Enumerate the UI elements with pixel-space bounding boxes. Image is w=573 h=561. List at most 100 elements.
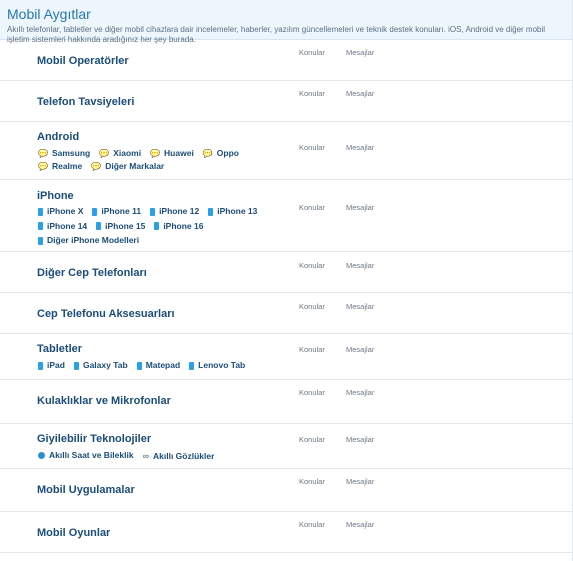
subforum-label: Realme [51,161,83,171]
chat-icon: 💬 [38,162,48,171]
messages-label: Mesajlar [346,388,375,397]
subforum-label: Lenovo Tab [198,360,246,370]
messages-label: Mesajlar [346,261,375,270]
subforum-label: iPhone 12 [159,206,200,216]
subforum-link[interactable]: iPhone 15 [96,220,145,233]
phone-icon [38,361,43,370]
forum-title-link[interactable]: Mobil Oyunlar [37,527,110,539]
subforum-label: Xiaomi [113,148,142,158]
subforum-link[interactable]: Lenovo Tab [189,359,245,372]
subforum-link[interactable]: ∞ Akıllı Gözlükler [143,450,215,463]
subforum-list: iPad Galaxy Tab Matepad Lenovo Tab [38,359,254,374]
subforum-link[interactable]: iPad [38,359,65,372]
topics-label: Konular [299,345,325,354]
topics-label: Konular [299,520,325,529]
chat-icon: 💬 [150,149,161,158]
forum-node: Kulaklıklar ve Mikrofonlar Konular Mesajla… [0,380,572,424]
phone-icon [92,207,98,216]
forum-node: Mobil Uygulamalar Konular Mesajlar [0,469,572,512]
phone-icon [208,207,214,216]
messages-label: Mesajlar [346,520,375,529]
messages-label: Mesajlar [346,203,375,212]
phone-icon [189,361,195,370]
watch-icon [38,452,45,459]
subforum-link[interactable]: Akıllı Saat ve Bileklik [38,449,134,462]
glasses-icon: ∞ [142,451,149,461]
subforum-link[interactable]: iPhone 14 [38,220,87,233]
topics-label: Konular [299,143,325,152]
forum-node: Cep Telefonu Aksesuarları Konular Mesajlar [0,293,572,334]
subforum-label: iPad [47,360,65,370]
subforum-label: Matepad [145,360,181,370]
subforum-label: Akıllı Saat ve Bileklik [49,450,134,460]
forum-title-link[interactable]: Mobil Operatörler [37,55,129,67]
subforum-link[interactable]: iPhone 16 [154,220,203,233]
subforum-link[interactable]: 💬 Xiaomi [99,147,141,160]
phone-icon [96,222,102,230]
subforum-label: iPhone 15 [105,220,146,231]
topics-label: Konular [299,203,325,212]
subforum-link[interactable]: 💬 Realme [38,160,82,173]
phone-icon [154,222,160,230]
forum-category-panel: Mobil Aygıtlar Akıllı telefonlar, tablet… [0,0,573,561]
subforum-label: iPhone 16 [163,220,204,231]
messages-label: Mesajlar [346,477,375,486]
subforum-link[interactable]: Diğer iPhone Modelleri [38,234,139,247]
chat-icon: 💬 [202,149,213,158]
topics-label: Konular [299,261,325,270]
forum-node: Android Konular Mesajlar 💬 Samsung 💬 Xiaomi 💬 Hu… [0,122,572,180]
forum-node: iPhone Konular Mesajlar iPhone XiPhone 11 iP… [0,180,572,252]
topics-label: Konular [299,477,325,486]
subforum-label: Oppo [216,148,239,158]
chat-icon: 💬 [91,162,102,171]
subforum-link[interactable]: iPhone X [38,205,83,218]
phone-icon [136,361,142,370]
phone-icon [150,207,156,216]
subforum-link[interactable]: Matepad [136,359,181,372]
subforum-label: Huawei [164,148,194,158]
forum-list: Mobil Operatörler Konular Mesajlar Telefon … [0,40,572,553]
forum-title-link[interactable]: iPhone [37,190,74,202]
subforum-link[interactable]: iPhone 12 [150,205,199,218]
messages-label: Mesajlar [346,143,375,152]
messages-label: Mesajlar [346,89,375,98]
forum-title-link[interactable]: Cep Telefonu Aksesuarları [37,308,175,320]
forum-node: Tabletler Konular Mesajlar iPad Galaxy Tab Ma… [0,334,572,380]
subforum-link[interactable]: 💬 Samsung [38,147,90,160]
forum-title-link[interactable]: Kulaklıklar ve Mikrofonlar [37,395,171,407]
messages-label: Mesajlar [346,48,375,57]
forum-title-link[interactable]: Tabletler [37,343,82,355]
forum-title-link[interactable]: Android [37,131,79,143]
subforum-label: iPhone 13 [217,206,258,216]
forum-title-link[interactable]: Diğer Cep Telefonları [37,267,147,279]
subforum-link[interactable]: 💬 Oppo [203,147,239,160]
subforum-link[interactable]: 💬 Huawei [150,147,194,160]
subforum-label: iPhone X [47,206,84,216]
subforum-label: iPhone 14 [47,220,88,231]
subforum-label: Galaxy Tab [82,360,128,370]
forum-node: Mobil Oyunlar Konular Mesajlar [0,512,572,553]
category-title[interactable]: Mobil Aygıtlar [7,6,564,22]
forum-node: Diğer Cep Telefonları Konular Mesajlar [0,252,572,293]
messages-label: Mesajlar [346,435,375,444]
messages-label: Mesajlar [346,302,375,311]
topics-label: Konular [299,89,325,98]
subforum-link[interactable]: Galaxy Tab [73,359,128,372]
subforum-list: iPhone X iPhone 11 iPhone 12 iPhone 13 iPhon… [38,205,266,249]
subforum-link[interactable]: 💬 Diğer Markalar [91,160,164,173]
subforum-list: 💬 Samsung 💬 Xiaomi 💬 Huawei 💬 Oppo 💬 Realme 💬 Diğer… [38,147,248,173]
category-header: Mobil Aygıtlar Akıllı telefonlar, tablet… [0,0,572,44]
subforum-link[interactable]: iPhone 13 [208,205,257,218]
forum-title-link[interactable]: Telefon Tavsiyeleri [37,96,134,108]
subforum-list: Akıllı Saat ve Bileklik ∞ Akıllı Gözlükler [38,449,223,463]
subforum-label: Akıllı Gözlükler [153,451,215,461]
forum-node: Mobil Operatörler Konular Mesajlar [0,40,572,81]
chat-icon: 💬 [38,149,48,158]
subforum-label: Diğer Markalar [105,161,165,171]
topics-label: Konular [299,435,325,444]
forum-node: Telefon Tavsiyeleri Konular Mesajlar [0,81,572,122]
forum-title-link[interactable]: Giyilebilir Teknolojiler [37,433,151,445]
subforum-link[interactable]: iPhone 11 [92,205,141,218]
forum-title-link[interactable]: Mobil Uygulamalar [37,484,135,496]
subforum-label: Samsung [51,148,91,158]
